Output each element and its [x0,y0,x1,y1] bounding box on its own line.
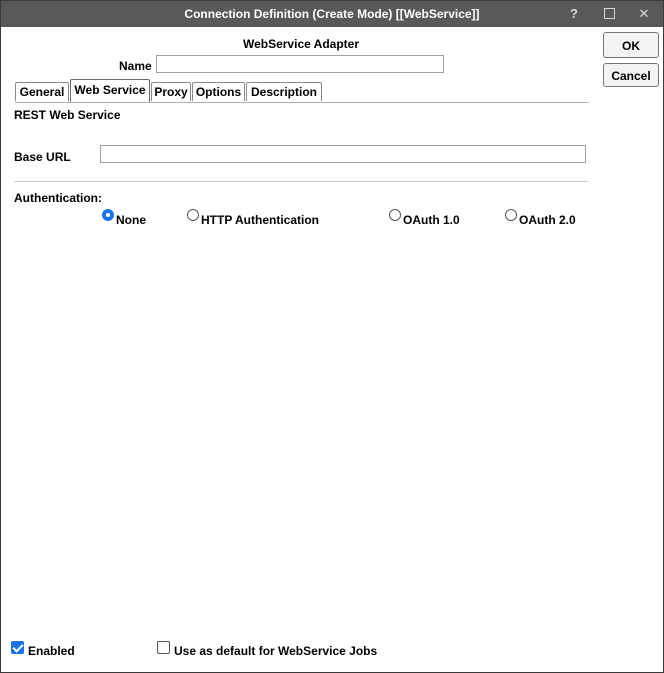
auth-option-label: HTTP Authentication [201,213,319,227]
cancel-button[interactable]: Cancel [603,63,659,87]
tab-description[interactable]: Description [246,82,322,101]
help-icon[interactable]: ? [561,3,587,25]
tab-web-service[interactable]: Web Service [70,79,150,102]
maximize-icon[interactable] [596,3,622,25]
close-icon[interactable]: ✕ [631,3,657,25]
tab-divider [15,102,589,103]
section-divider [14,181,588,182]
name-input[interactable] [156,55,444,73]
tab-general[interactable]: General [15,82,69,101]
tab-proxy[interactable]: Proxy [151,82,191,101]
adapter-title: WebService Adapter [242,37,360,51]
ok-button[interactable]: OK [603,32,659,58]
name-label: Name [119,59,152,73]
auth-option-label: OAuth 1.0 [403,213,460,227]
checkbox-unchecked-icon[interactable] [157,641,170,654]
connection-definition-dialog: Connection Definition (Create Mode) [[We… [0,0,664,673]
tab-options[interactable]: Options [192,82,245,101]
checkbox-checked-icon[interactable] [11,641,24,654]
radio-selected-icon[interactable] [102,209,114,221]
radio-unselected-icon[interactable] [389,209,401,221]
radio-unselected-icon[interactable] [505,209,517,221]
authentication-label: Authentication: [14,191,102,205]
radio-unselected-icon[interactable] [187,209,199,221]
base-url-input[interactable] [100,145,586,163]
auth-option-label: None [116,213,146,227]
title-bar[interactable]: Connection Definition (Create Mode) [[We… [1,1,663,27]
section-heading: REST Web Service [14,108,121,122]
enabled-label: Enabled [28,644,75,658]
default-label: Use as default for WebService Jobs [174,644,378,658]
base-url-label: Base URL [14,150,71,164]
auth-option-label: OAuth 2.0 [519,213,576,227]
